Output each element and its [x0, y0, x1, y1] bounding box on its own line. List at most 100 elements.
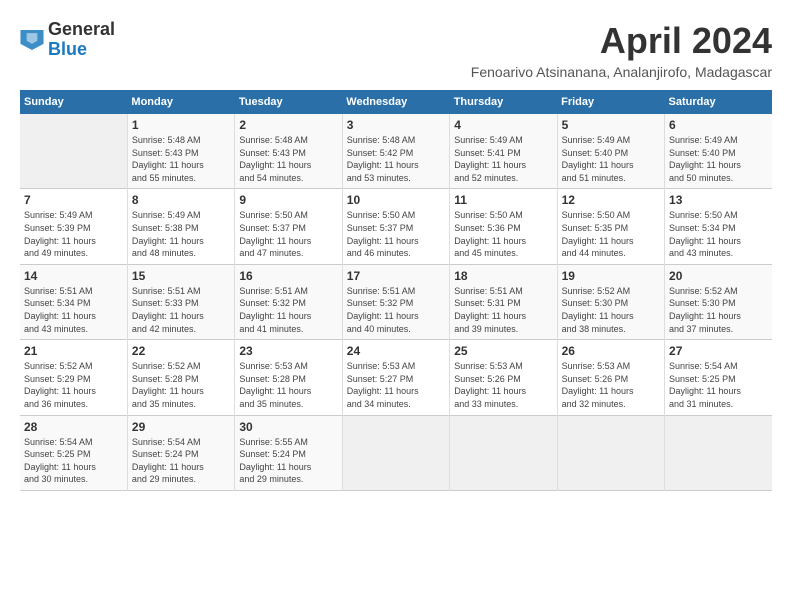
calendar-cell: 22 Sunrise: 5:52 AMSunset: 5:28 PMDayligh…: [127, 340, 234, 415]
calendar-cell: 15 Sunrise: 5:51 AMSunset: 5:33 PMDayligh…: [127, 264, 234, 339]
calendar-cell: [557, 415, 664, 490]
day-info: Sunrise: 5:49 AMSunset: 5:38 PMDaylight:…: [132, 209, 230, 259]
day-number: 12: [562, 193, 660, 207]
day-info: Sunrise: 5:54 AMSunset: 5:25 PMDaylight:…: [24, 436, 123, 486]
day-number: 17: [347, 269, 445, 283]
day-info: Sunrise: 5:53 AMSunset: 5:26 PMDaylight:…: [562, 360, 660, 410]
day-number: 3: [347, 118, 445, 132]
week-row-5: 28 Sunrise: 5:54 AMSunset: 5:25 PMDayligh…: [20, 415, 772, 490]
day-number: 5: [562, 118, 660, 132]
calendar-cell: 17 Sunrise: 5:51 AMSunset: 5:32 PMDayligh…: [342, 264, 449, 339]
day-number: 26: [562, 344, 660, 358]
day-info: Sunrise: 5:49 AMSunset: 5:41 PMDaylight:…: [454, 134, 552, 184]
calendar-cell: 19Sunrise: 5:52 AMSunset: 5:30 PMDayligh…: [557, 264, 664, 339]
column-header-wednesday: Wednesday: [342, 90, 449, 114]
day-number: 15: [132, 269, 230, 283]
day-number: 13: [669, 193, 768, 207]
day-info: Sunrise: 5:51 AMSunset: 5:34 PMDaylight:…: [24, 285, 123, 335]
calendar-cell: 12 Sunrise: 5:50 AMSunset: 5:35 PMDayligh…: [557, 189, 664, 264]
day-info: Sunrise: 5:50 AMSunset: 5:36 PMDaylight:…: [454, 209, 552, 259]
calendar-cell: 10Sunrise: 5:50 AMSunset: 5:37 PMDayligh…: [342, 189, 449, 264]
day-info: Sunrise: 5:52 AMSunset: 5:29 PMDaylight:…: [24, 360, 123, 410]
day-info: Sunrise: 5:50 AMSunset: 5:34 PMDaylight:…: [669, 209, 768, 259]
day-number: 14: [24, 269, 123, 283]
day-info: Sunrise: 5:51 AMSunset: 5:31 PMDaylight:…: [454, 285, 552, 335]
calendar-cell: 29 Sunrise: 5:54 AMSunset: 5:24 PMDayligh…: [127, 415, 234, 490]
column-header-monday: Monday: [127, 90, 234, 114]
calendar-cell: 14 Sunrise: 5:51 AMSunset: 5:34 PMDayligh…: [20, 264, 127, 339]
month-title: April 2024: [471, 20, 772, 62]
day-info: Sunrise: 5:55 AMSunset: 5:24 PMDaylight:…: [239, 436, 337, 486]
calendar-cell: 21 Sunrise: 5:52 AMSunset: 5:29 PMDayligh…: [20, 340, 127, 415]
calendar-cell: 30Sunrise: 5:55 AMSunset: 5:24 PMDayligh…: [235, 415, 342, 490]
day-info: Sunrise: 5:49 AMSunset: 5:39 PMDaylight:…: [24, 209, 123, 259]
calendar-cell: 7 Sunrise: 5:49 AMSunset: 5:39 PMDaylight…: [20, 189, 127, 264]
day-info: Sunrise: 5:50 AMSunset: 5:35 PMDaylight:…: [562, 209, 660, 259]
day-number: 1: [132, 118, 230, 132]
calendar-header-row: SundayMondayTuesdayWednesdayThursdayFrid…: [20, 90, 772, 114]
day-info: Sunrise: 5:51 AMSunset: 5:32 PMDaylight:…: [239, 285, 337, 335]
day-info: Sunrise: 5:54 AMSunset: 5:25 PMDaylight:…: [669, 360, 768, 410]
title-section: April 2024 Fenoarivo Atsinanana, Analanj…: [471, 20, 772, 80]
calendar-table: SundayMondayTuesdayWednesdayThursdayFrid…: [20, 90, 772, 491]
calendar-cell: 3 Sunrise: 5:48 AMSunset: 5:42 PMDaylight…: [342, 114, 449, 189]
day-info: Sunrise: 5:52 AMSunset: 5:28 PMDaylight:…: [132, 360, 230, 410]
calendar-cell: 26 Sunrise: 5:53 AMSunset: 5:26 PMDayligh…: [557, 340, 664, 415]
day-number: 25: [454, 344, 552, 358]
day-info: Sunrise: 5:51 AMSunset: 5:32 PMDaylight:…: [347, 285, 445, 335]
day-number: 11: [454, 193, 552, 207]
calendar-cell: 13 Sunrise: 5:50 AMSunset: 5:34 PMDayligh…: [665, 189, 772, 264]
calendar-cell: 2Sunrise: 5:48 AMSunset: 5:43 PMDaylight…: [235, 114, 342, 189]
day-info: Sunrise: 5:49 AMSunset: 5:40 PMDaylight:…: [562, 134, 660, 184]
calendar-cell: [450, 415, 557, 490]
page-header: General Blue April 2024 Fenoarivo Atsina…: [20, 20, 772, 80]
week-row-1: 1 Sunrise: 5:48 AMSunset: 5:43 PMDaylight…: [20, 114, 772, 189]
week-row-4: 21 Sunrise: 5:52 AMSunset: 5:29 PMDayligh…: [20, 340, 772, 415]
week-row-3: 14 Sunrise: 5:51 AMSunset: 5:34 PMDayligh…: [20, 264, 772, 339]
location-subtitle: Fenoarivo Atsinanana, Analanjirofo, Mada…: [471, 64, 772, 80]
calendar-cell: 28 Sunrise: 5:54 AMSunset: 5:25 PMDayligh…: [20, 415, 127, 490]
day-info: Sunrise: 5:53 AMSunset: 5:28 PMDaylight:…: [239, 360, 337, 410]
day-number: 6: [669, 118, 768, 132]
calendar-cell: 16 Sunrise: 5:51 AMSunset: 5:32 PMDayligh…: [235, 264, 342, 339]
day-number: 21: [24, 344, 123, 358]
column-header-thursday: Thursday: [450, 90, 557, 114]
day-info: Sunrise: 5:54 AMSunset: 5:24 PMDaylight:…: [132, 436, 230, 486]
day-number: 8: [132, 193, 230, 207]
day-info: Sunrise: 5:52 AMSunset: 5:30 PMDaylight:…: [562, 285, 660, 335]
logo-blue-text: Blue: [48, 40, 115, 60]
day-info: Sunrise: 5:53 AMSunset: 5:27 PMDaylight:…: [347, 360, 445, 410]
calendar-cell: 4Sunrise: 5:49 AMSunset: 5:41 PMDaylight…: [450, 114, 557, 189]
logo-general-text: General: [48, 20, 115, 40]
day-number: 29: [132, 420, 230, 434]
day-number: 7: [24, 193, 123, 207]
calendar-cell: 8 Sunrise: 5:49 AMSunset: 5:38 PMDaylight…: [127, 189, 234, 264]
calendar-cell: 11 Sunrise: 5:50 AMSunset: 5:36 PMDayligh…: [450, 189, 557, 264]
calendar-cell: 6Sunrise: 5:49 AMSunset: 5:40 PMDaylight…: [665, 114, 772, 189]
day-info: Sunrise: 5:51 AMSunset: 5:33 PMDaylight:…: [132, 285, 230, 335]
day-number: 20: [669, 269, 768, 283]
day-info: Sunrise: 5:48 AMSunset: 5:43 PMDaylight:…: [132, 134, 230, 184]
day-number: 10: [347, 193, 445, 207]
calendar-cell: 24Sunrise: 5:53 AMSunset: 5:27 PMDayligh…: [342, 340, 449, 415]
day-number: 27: [669, 344, 768, 358]
logo-icon: [20, 30, 44, 50]
column-header-sunday: Sunday: [20, 90, 127, 114]
column-header-saturday: Saturday: [665, 90, 772, 114]
day-number: 18: [454, 269, 552, 283]
column-header-friday: Friday: [557, 90, 664, 114]
calendar-cell: [342, 415, 449, 490]
calendar-cell: 18 Sunrise: 5:51 AMSunset: 5:31 PMDayligh…: [450, 264, 557, 339]
day-number: 9: [239, 193, 337, 207]
day-number: 22: [132, 344, 230, 358]
day-number: 28: [24, 420, 123, 434]
calendar-cell: 5 Sunrise: 5:49 AMSunset: 5:40 PMDaylight…: [557, 114, 664, 189]
day-number: 16: [239, 269, 337, 283]
day-info: Sunrise: 5:48 AMSunset: 5:42 PMDaylight:…: [347, 134, 445, 184]
day-number: 23: [239, 344, 337, 358]
calendar-cell: [665, 415, 772, 490]
calendar-cell: 20 Sunrise: 5:52 AMSunset: 5:30 PMDayligh…: [665, 264, 772, 339]
day-info: Sunrise: 5:52 AMSunset: 5:30 PMDaylight:…: [669, 285, 768, 335]
calendar-cell: 23 Sunrise: 5:53 AMSunset: 5:28 PMDayligh…: [235, 340, 342, 415]
calendar-cell: 27 Sunrise: 5:54 AMSunset: 5:25 PMDayligh…: [665, 340, 772, 415]
